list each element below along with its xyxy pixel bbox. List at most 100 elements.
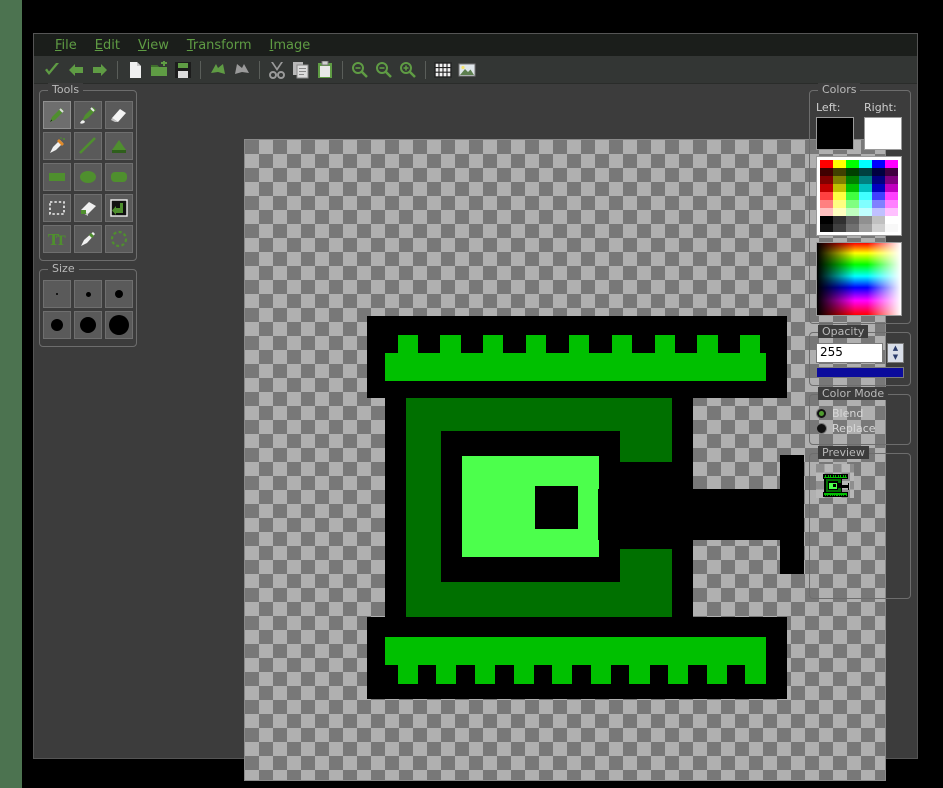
spinner-up-icon[interactable]: ▲ [888,344,903,353]
palette-swatch[interactable] [859,192,872,200]
palette-swatch[interactable] [872,168,885,176]
palette-swatch[interactable] [872,216,885,224]
palette-swatch[interactable] [846,224,859,232]
palette-swatch[interactable] [885,208,898,216]
tool-airbrush[interactable] [43,132,71,160]
copy-icon[interactable] [289,58,313,82]
tool-lasso[interactable] [105,225,133,253]
redo-icon[interactable] [230,58,254,82]
palette-swatch[interactable] [833,216,846,224]
size-4[interactable] [43,311,71,339]
palette-swatch[interactable] [820,200,833,208]
palette-swatch[interactable] [872,160,885,168]
palette-swatch[interactable] [846,168,859,176]
zoom-normal-icon[interactable] [372,58,396,82]
opacity-slider[interactable] [816,367,904,378]
palette-swatch[interactable] [846,216,859,224]
tool-flip[interactable] [105,194,133,222]
tool-fill[interactable] [105,132,133,160]
tool-pencil[interactable] [43,101,71,129]
opacity-spinner[interactable]: ▲ ▼ [887,343,904,363]
palette-swatch[interactable] [820,216,833,224]
palette-swatch[interactable] [859,168,872,176]
palette-swatch[interactable] [885,160,898,168]
palette-swatch[interactable] [846,184,859,192]
palette-swatch[interactable] [833,200,846,208]
color-wheel-picker[interactable] [816,242,902,316]
color-palette[interactable] [816,156,902,236]
open-folder-icon[interactable] [147,58,171,82]
menu-view[interactable]: View [129,37,178,54]
menu-edit[interactable]: Edit [86,37,129,54]
palette-swatch[interactable] [885,200,898,208]
save-disk-icon[interactable] [171,58,195,82]
palette-swatch[interactable] [859,224,872,232]
palette-swatch[interactable] [820,224,833,232]
tool-line[interactable] [74,132,102,160]
palette-swatch[interactable] [833,208,846,216]
menu-image[interactable]: Image [261,37,320,54]
palette-swatch[interactable] [833,160,846,168]
size-6[interactable] [105,311,133,339]
palette-swatch[interactable] [833,184,846,192]
palette-swatch[interactable] [833,224,846,232]
paste-icon[interactable] [313,58,337,82]
palette-swatch[interactable] [820,176,833,184]
forward-arrow-icon[interactable] [88,58,112,82]
palette-swatch[interactable] [820,168,833,176]
right-color-swatch[interactable] [864,117,902,150]
confirm-check-icon[interactable] [40,58,64,82]
drawing-canvas[interactable] [244,139,886,781]
tool-stamp[interactable] [74,194,102,222]
cut-scissors-icon[interactable] [265,58,289,82]
tool-rectangle[interactable] [43,163,71,191]
palette-swatch[interactable] [820,192,833,200]
radio-replace[interactable]: Replace [816,422,904,435]
palette-swatch[interactable] [885,192,898,200]
opacity-input[interactable]: 255 [816,343,883,363]
palette-swatch[interactable] [859,184,872,192]
palette-swatch[interactable] [833,176,846,184]
palette-swatch[interactable] [885,168,898,176]
radio-blend[interactable]: Blend [816,407,904,420]
size-2[interactable] [74,280,102,308]
palette-swatch[interactable] [859,160,872,168]
undo-icon[interactable] [206,58,230,82]
palette-swatch[interactable] [820,208,833,216]
palette-swatch[interactable] [885,176,898,184]
size-5[interactable] [74,311,102,339]
palette-swatch[interactable] [885,184,898,192]
tool-text[interactable]: TT [43,225,71,253]
menu-transform[interactable]: Transform [178,37,261,54]
palette-swatch[interactable] [872,224,885,232]
palette-swatch[interactable] [872,192,885,200]
palette-swatch[interactable] [859,208,872,216]
back-arrow-icon[interactable] [64,58,88,82]
palette-swatch[interactable] [859,216,872,224]
palette-swatch[interactable] [859,176,872,184]
tool-ellipse[interactable] [74,163,102,191]
palette-swatch[interactable] [833,192,846,200]
radio-replace-indicator[interactable] [816,423,827,434]
palette-swatch[interactable] [872,200,885,208]
palette-swatch[interactable] [820,184,833,192]
palette-swatch[interactable] [885,224,898,232]
zoom-in-icon[interactable] [396,58,420,82]
tool-select[interactable] [43,194,71,222]
palette-swatch[interactable] [872,184,885,192]
tool-rounded-rect[interactable] [105,163,133,191]
palette-swatch[interactable] [820,160,833,168]
tool-color-picker[interactable] [74,225,102,253]
zoom-out-icon[interactable] [348,58,372,82]
image-icon[interactable] [455,58,479,82]
palette-swatch[interactable] [846,192,859,200]
palette-swatch[interactable] [846,208,859,216]
new-file-icon[interactable] [123,58,147,82]
tool-eraser[interactable] [105,101,133,129]
spinner-down-icon[interactable]: ▼ [888,353,903,362]
menu-file[interactable]: File [46,37,86,54]
radio-blend-indicator[interactable] [816,408,827,419]
palette-swatch[interactable] [846,176,859,184]
palette-swatch[interactable] [872,208,885,216]
size-1[interactable] [43,280,71,308]
